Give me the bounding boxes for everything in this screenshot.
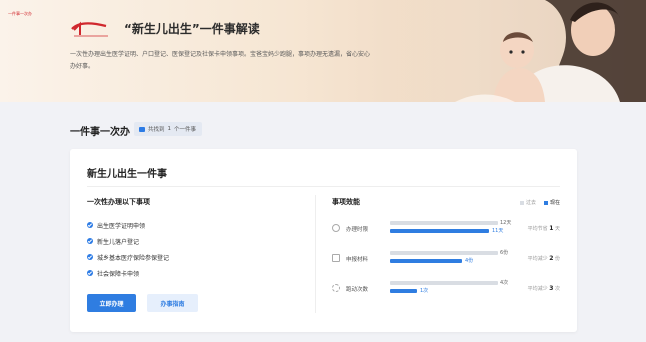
metric-label: 申报材料	[346, 257, 369, 263]
check-circle-icon	[87, 238, 93, 244]
saving-unit: 次	[554, 286, 560, 292]
metric-row: 跑动次数 4次 1次 平均减少 3 次	[332, 277, 560, 301]
check-circle-icon	[87, 254, 93, 260]
metric-value-now: 1次	[420, 288, 429, 294]
service-card: 新生儿出生一件事 一次性办理以下事项 出生医学证明申领 新生儿落户登记 城乡基本…	[70, 149, 577, 332]
legend-now-swatch	[543, 200, 548, 205]
found-suffix: 个一件事	[174, 127, 197, 133]
list-item: 社会保障卡申领	[87, 265, 169, 281]
saving-prefix: 平均减少	[527, 256, 548, 262]
search-result-icon	[139, 126, 145, 132]
section-title: 一件事一次办	[70, 127, 130, 138]
legend-now: 现在	[543, 199, 560, 206]
metric-value-before: 4次	[500, 280, 509, 286]
metric-saving: 平均减少 3 次	[528, 285, 560, 292]
metric-saving: 平均节省 1 天	[528, 225, 560, 232]
metric-value-now: 4份	[465, 258, 474, 264]
card-divider	[87, 186, 560, 187]
saving-prefix: 平均减少	[527, 286, 548, 292]
saving-value: 2	[549, 255, 554, 262]
metric-row: 申报材料 6份 4份 平均减少 2 份	[332, 247, 560, 271]
efficiency-heading: 事项效能	[332, 198, 360, 206]
saving-unit: 天	[554, 226, 560, 232]
saving-prefix: 平均节省	[527, 226, 548, 232]
list-item: 新生儿落户登记	[87, 233, 169, 249]
legend-now-label: 现在	[549, 200, 560, 206]
result-count-badge: 共找到 1 个一件事	[134, 122, 203, 136]
found-count: 1	[167, 126, 172, 132]
item-list: 出生医学证明申领 新生儿落户登记 城乡基本医疗保险参保登记 社会保障卡申领	[87, 217, 169, 281]
hero-banner: 一件事一次办 “新生儿出生”一件事解读 一次性办理出生医学证明、户口登记、医保登…	[0, 0, 646, 102]
legend: 过去 现在	[519, 199, 560, 206]
clock-icon	[332, 224, 340, 232]
list-item: 出生医学证明申领	[87, 217, 169, 233]
item-label: 新生儿落户登记	[97, 238, 140, 246]
metric-bar-before	[390, 251, 498, 255]
saving-value: 1	[549, 225, 554, 232]
walk-icon	[332, 284, 340, 292]
metric-label: 办理时限	[346, 227, 369, 233]
metric-value-before: 6份	[500, 250, 509, 256]
banner-title: “新生儿出生”一件事解读	[124, 22, 260, 36]
saving-unit: 份	[554, 256, 560, 262]
logo-text: 一件事一次办	[8, 11, 32, 16]
guide-button[interactable]: 办事指南	[147, 294, 198, 312]
apply-now-button[interactable]: 立即办理	[87, 294, 136, 312]
legend-before-label: 过去	[525, 200, 536, 206]
metric-label: 跑动次数	[346, 287, 369, 293]
metric-row: 办理时限 12天 11天 平均节省 1 天	[332, 217, 560, 241]
metric-value-before: 12天	[500, 220, 512, 226]
item-label: 社会保障卡申领	[97, 270, 140, 278]
mother-baby-photo	[395, 0, 646, 102]
item-label: 城乡基本医疗保险参保登记	[97, 254, 170, 262]
metric-bar-before	[390, 221, 498, 225]
legend-before-swatch	[519, 200, 524, 205]
logo-icon	[71, 21, 108, 37]
saving-value: 3	[549, 285, 554, 292]
metric-bar-now	[390, 289, 417, 293]
document-icon	[332, 254, 340, 262]
check-circle-icon	[87, 222, 93, 228]
column-divider	[315, 195, 316, 313]
items-heading: 一次性办理以下事项	[87, 198, 150, 206]
card-title: 新生儿出生一件事	[87, 169, 167, 180]
banner-description: 一次性办理出生医学证明、户口登记、医保登记及社保卡申领事项。宝爸宝妈少跑腿，事项…	[70, 51, 371, 70]
legend-before: 过去	[519, 199, 536, 206]
list-item: 城乡基本医疗保险参保登记	[87, 249, 169, 265]
found-prefix: 共找到	[148, 127, 165, 133]
metric-value-now: 11天	[492, 228, 504, 234]
metric-saving: 平均减少 2 份	[528, 255, 560, 262]
metric-bar-before	[390, 281, 498, 285]
metric-bar-now	[390, 259, 462, 263]
check-circle-icon	[87, 270, 93, 276]
metric-bar-now	[390, 229, 489, 233]
item-label: 出生医学证明申领	[97, 222, 146, 230]
